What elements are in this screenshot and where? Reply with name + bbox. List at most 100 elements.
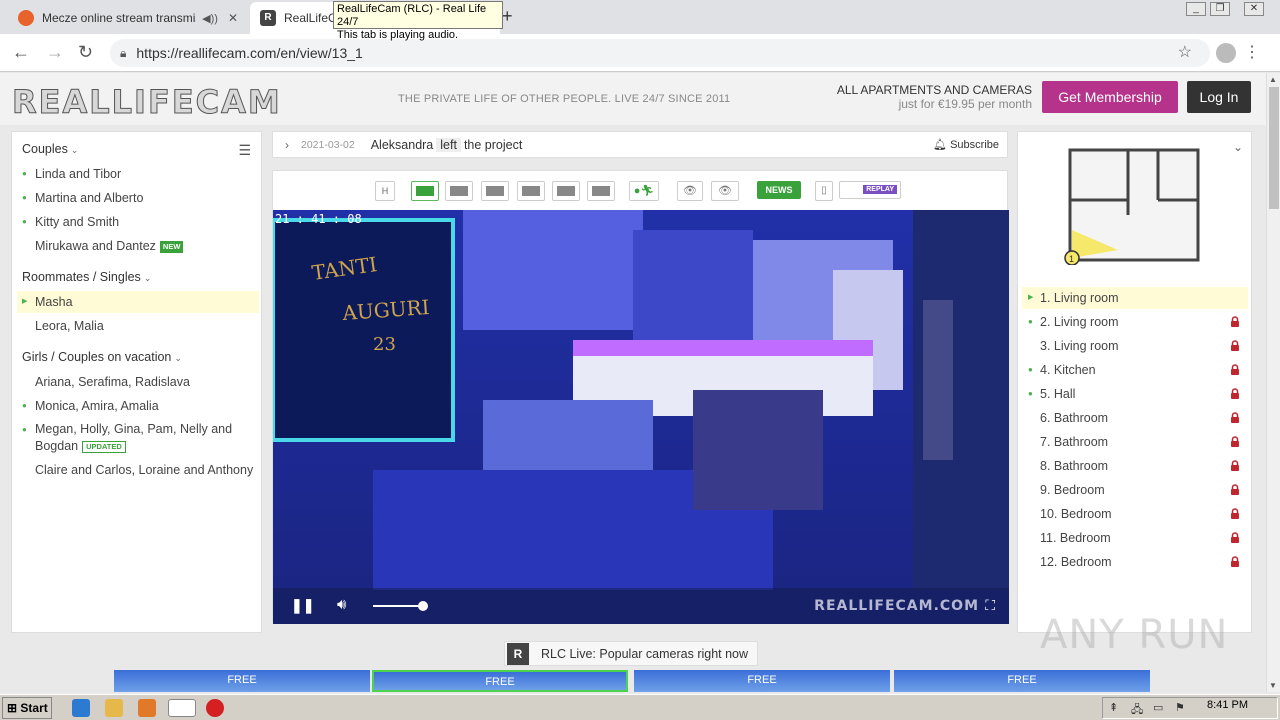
group-couples[interactable]: Couples ⌄ xyxy=(22,142,78,156)
url-field[interactable]: 🔒︎ https://reallifecam.com/en/view/13_1 xyxy=(110,39,1210,67)
lock-icon xyxy=(1231,532,1239,543)
minimize-icon[interactable]: _ xyxy=(1186,2,1206,16)
folder-icon[interactable] xyxy=(105,699,123,717)
room-item[interactable]: 5. Hall xyxy=(1022,383,1248,405)
close-tab-icon[interactable]: ✕ xyxy=(228,11,238,25)
address-bar: ← → ↻ 🔒︎ https://reallifecam.com/en/view… xyxy=(0,34,1280,72)
news-button[interactable]: NEWS xyxy=(757,181,801,199)
back-icon[interactable]: ← xyxy=(12,42,30,63)
room-item[interactable]: 3. Living room xyxy=(1022,335,1248,357)
apartment-label: Monica, Amira, Amalia xyxy=(35,399,159,413)
apartment-item[interactable]: Linda and Tibor xyxy=(17,163,259,185)
large-view-button[interactable] xyxy=(445,181,473,201)
room-item[interactable]: 2. Living room xyxy=(1022,311,1248,333)
ie-icon[interactable] xyxy=(72,699,90,717)
person-icon[interactable]: ●🏃︎ xyxy=(629,181,659,201)
group-vacation[interactable]: Girls / Couples on vacation ⌄ xyxy=(22,350,182,364)
eye-outline-icon[interactable]: 👁︎ xyxy=(711,181,739,201)
apartment-label: Claire and Carlos, Loraine and Anthony xyxy=(35,463,254,477)
live-popular-header: R RLC Live: Popular cameras right now xyxy=(504,641,758,666)
live-thumbnail[interactable]: FREE xyxy=(634,670,890,692)
subscribe-button[interactable]: 🔔︎ Subscribe xyxy=(933,138,999,151)
layout-3-button[interactable] xyxy=(481,181,509,201)
room-label: 6. Bathroom xyxy=(1040,411,1109,425)
tab-mecze[interactable]: Mecze online stream transmisje ◀)) ✕ xyxy=(8,2,248,34)
browser-menu-icon[interactable]: ⋮ xyxy=(1244,42,1260,62)
pause-icon[interactable]: ❚❚ xyxy=(291,597,314,614)
volume-icon[interactable]: 🔊︎ xyxy=(337,596,346,613)
chevron-right-icon[interactable]: › xyxy=(285,138,289,152)
close-window-icon[interactable]: ✕ xyxy=(1244,2,1264,16)
fullscreen-layout-button[interactable] xyxy=(587,181,615,201)
flag-icon[interactable]: ⚑ xyxy=(1175,701,1185,714)
chrome-icon[interactable] xyxy=(168,699,196,717)
chevron-down-icon[interactable]: ⌄ xyxy=(1233,140,1243,154)
fullscreen-icon[interactable]: ⛶ xyxy=(985,597,995,614)
room-item[interactable]: 10. Bedroom xyxy=(1022,503,1248,525)
chevron-down-icon: ⌄ xyxy=(143,273,152,283)
camera-video[interactable]: TANTI AUGURI 23 21 : 41 : 08 ❚❚ 🔊︎ REALL… xyxy=(273,210,1009,624)
hd-toggle-button[interactable]: H xyxy=(375,181,395,201)
scroll-thumb[interactable] xyxy=(1269,87,1279,209)
apartment-item[interactable]: Martina and Alberto xyxy=(17,187,259,209)
apartment-item[interactable]: Kitty and Smith xyxy=(17,211,259,233)
apartment-item[interactable]: Monica, Amira, Amalia xyxy=(17,395,259,417)
monitor-icon[interactable]: ▭ xyxy=(1153,701,1163,714)
eye-icon[interactable]: 👁︎ xyxy=(677,181,703,201)
room-item[interactable]: 11. Bedroom xyxy=(1022,527,1248,549)
forward-icon[interactable]: → xyxy=(46,42,64,63)
room-item-selected[interactable]: 1. Living room xyxy=(1022,287,1248,309)
volume-knob[interactable] xyxy=(418,601,428,611)
floorplan-map[interactable]: 1 xyxy=(1058,140,1218,265)
scroll-down-icon[interactable]: ▼ xyxy=(1269,681,1277,690)
single-view-button[interactable] xyxy=(411,181,439,201)
room-item[interactable]: 8. Bathroom xyxy=(1022,455,1248,477)
room-label: 7. Bathroom xyxy=(1040,435,1109,449)
live-thumbnail[interactable]: FREE xyxy=(372,670,628,692)
page-scrollbar[interactable]: ▲ ▼ xyxy=(1266,73,1280,692)
room-item[interactable]: 7. Bathroom xyxy=(1022,431,1248,453)
login-button[interactable]: Log In xyxy=(1187,81,1251,113)
svg-text:23: 23 xyxy=(373,334,396,355)
restore-icon[interactable]: ❐ xyxy=(1210,2,1230,16)
new-badge: NEW xyxy=(159,240,184,253)
media-player-icon[interactable] xyxy=(138,699,156,717)
apartment-item[interactable]: Leora, Malia xyxy=(17,315,259,337)
new-tab-icon[interactable]: + xyxy=(502,6,513,27)
layout-2-button[interactable] xyxy=(517,181,545,201)
video-panel: H ●🏃︎ 👁︎ 👁︎ NEWS ▯ REPLAY TANTI AUGURI 2… xyxy=(272,170,1009,624)
news-strip: › 2021-03-02 Aleksandra left the project 🔔… xyxy=(272,131,1008,158)
room-item[interactable]: 9. Bedroom xyxy=(1022,479,1248,501)
apartment-item[interactable]: Megan, Holly, Gina, Pam, Nelly and Bogda… xyxy=(17,419,259,457)
get-membership-button[interactable]: Get Membership xyxy=(1042,81,1178,113)
room-item[interactable]: 4. Kitchen xyxy=(1022,359,1248,381)
tray-arrow-icon[interactable]: ⇞ xyxy=(1109,701,1118,714)
apartment-item[interactable]: Mirukawa and Dantez NEW xyxy=(17,235,259,257)
start-button[interactable]: ⊞ Start xyxy=(2,697,52,719)
room-item[interactable]: 6. Bathroom xyxy=(1022,407,1248,429)
view-toolbar: H ●🏃︎ 👁︎ 👁︎ NEWS ▯ REPLAY xyxy=(273,171,1009,209)
group-roommates[interactable]: Roommates / Singles ⌄ xyxy=(22,270,151,284)
apartment-item[interactable]: Claire and Carlos, Loraine and Anthony xyxy=(17,460,259,481)
room-item[interactable]: 12. Bedroom xyxy=(1022,551,1248,573)
site-logo[interactable]: REALLIFECAM xyxy=(12,83,282,122)
live-thumbnail[interactable]: FREE xyxy=(894,670,1150,692)
room-label: 9. Bedroom xyxy=(1040,483,1105,497)
speaker-icon[interactable]: ◀)) xyxy=(202,12,218,25)
scroll-up-icon[interactable]: ▲ xyxy=(1269,75,1277,84)
hamburger-menu-icon[interactable]: ☰ xyxy=(238,142,251,159)
profile-avatar-icon[interactable] xyxy=(1216,43,1236,63)
room-label: 10. Bedroom xyxy=(1040,507,1112,521)
lock-icon xyxy=(1231,484,1239,495)
apartment-item-selected[interactable]: Masha xyxy=(17,291,259,313)
apartment-item[interactable]: Ariana, Serafima, Radislava xyxy=(17,371,259,393)
layout-4-button[interactable] xyxy=(552,181,580,201)
replay-button[interactable]: REPLAY xyxy=(839,181,901,199)
mobile-icon[interactable]: ▯ xyxy=(815,181,833,201)
network-icon[interactable]: 🖧︎ xyxy=(1131,701,1143,720)
reload-icon[interactable]: ↻ xyxy=(78,42,93,63)
live-thumbnail[interactable]: FREE xyxy=(114,670,370,692)
site-header: REALLIFECAM THE PRIVATE LIFE OF OTHER PE… xyxy=(0,73,1266,125)
bookmark-star-icon[interactable]: ☆ xyxy=(1178,42,1192,62)
stop-icon[interactable] xyxy=(206,699,224,717)
